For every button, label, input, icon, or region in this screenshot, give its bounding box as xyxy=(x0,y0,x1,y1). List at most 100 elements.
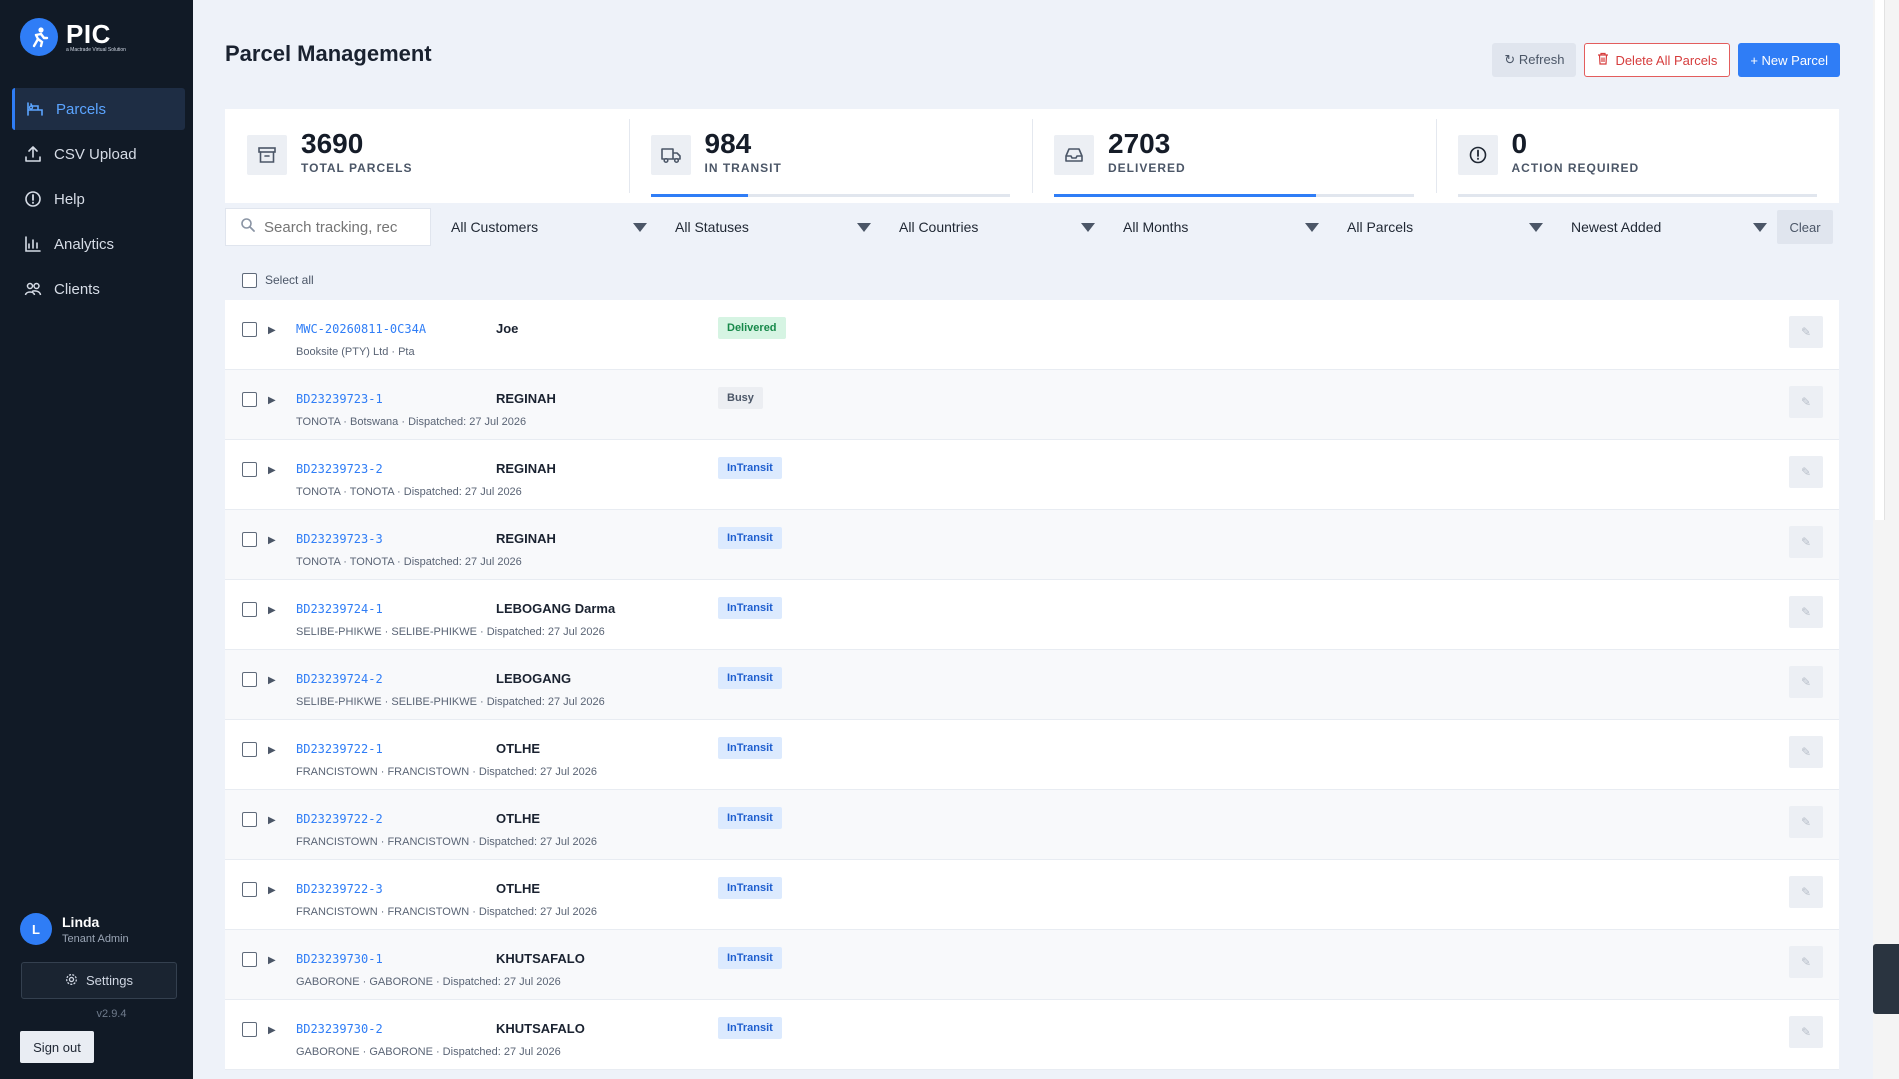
brand-logo[interactable]: PIC a Mactrade Virtual Solution xyxy=(20,18,126,56)
select-value: Newest Added xyxy=(1571,219,1662,235)
scrollbar-thumb[interactable] xyxy=(1875,0,1885,520)
tracking-number-link[interactable]: BD23239730-2 xyxy=(296,1022,383,1036)
table-row[interactable]: ▶ BD23239722-3 OTLHE FRANCISTOWN · FRANCIST… xyxy=(225,860,1839,930)
tracking-number-link[interactable]: BD23239730-1 xyxy=(296,952,383,966)
edit-button[interactable]: ✎ xyxy=(1789,596,1823,628)
edit-button[interactable]: ✎ xyxy=(1789,456,1823,488)
expand-arrow-icon[interactable]: ▶ xyxy=(268,885,276,896)
expand-arrow-icon[interactable]: ▶ xyxy=(268,325,276,336)
edit-button[interactable]: ✎ xyxy=(1789,806,1823,838)
expand-arrow-icon[interactable]: ▶ xyxy=(268,745,276,756)
search-box[interactable] xyxy=(225,208,431,246)
expand-arrow-icon[interactable]: ▶ xyxy=(268,675,276,686)
settings-button[interactable]: Settings xyxy=(21,962,177,999)
expand-arrow-icon[interactable]: ▶ xyxy=(268,955,276,966)
sidebar-item-analytics[interactable]: Analytics xyxy=(12,223,185,265)
user-profile[interactable]: L Linda Tenant Admin xyxy=(20,913,129,945)
expand-arrow-icon[interactable]: ▶ xyxy=(268,605,276,616)
edit-button[interactable]: ✎ xyxy=(1789,736,1823,768)
table-row[interactable]: ▶ BD23239723-2 REGINAH TONOTA · TONOTA · Di… xyxy=(225,440,1839,510)
tracking-number-link[interactable]: BD23239723-3 xyxy=(296,532,383,546)
edit-button[interactable]: ✎ xyxy=(1789,876,1823,908)
edit-button[interactable]: ✎ xyxy=(1789,1016,1823,1048)
clear-filters-button[interactable]: Clear xyxy=(1777,210,1833,244)
row-checkbox[interactable] xyxy=(242,882,257,897)
row-checkbox[interactable] xyxy=(242,812,257,827)
customer-filter-select[interactable]: All Customers xyxy=(431,208,655,246)
row-checkbox[interactable] xyxy=(242,672,257,687)
sort-select[interactable]: Newest Added xyxy=(1551,208,1775,246)
month-filter-select[interactable]: All Months xyxy=(1103,208,1327,246)
row-checkbox[interactable] xyxy=(242,392,257,407)
stat-total-parcels: 3690 TOTAL PARCELS xyxy=(225,109,629,203)
row-checkbox[interactable] xyxy=(242,462,257,477)
status-filter-select[interactable]: All Statuses xyxy=(655,208,879,246)
table-row[interactable]: ▶ BD23239730-1 KHUTSAFALO GABORONE · GABORO… xyxy=(225,930,1839,1000)
edit-button[interactable]: ✎ xyxy=(1789,526,1823,558)
edit-button[interactable]: ✎ xyxy=(1789,316,1823,348)
sign-out-button[interactable]: Sign out xyxy=(20,1031,94,1063)
parcel-type-filter-select[interactable]: All Parcels xyxy=(1327,208,1551,246)
edit-button[interactable]: ✎ xyxy=(1789,386,1823,418)
edit-button[interactable]: ✎ xyxy=(1789,946,1823,978)
expand-arrow-icon[interactable]: ▶ xyxy=(268,465,276,476)
tracking-number-link[interactable]: BD23239722-3 xyxy=(296,882,383,896)
alert-circle-icon xyxy=(1457,135,1498,175)
country-filter-select[interactable]: All Countries xyxy=(879,208,1103,246)
table-row[interactable]: ▶ BD23239724-2 LEBOGANG SELIBE-PHIKWE · SEL… xyxy=(225,650,1839,720)
app-version: v2.9.4 xyxy=(96,1008,127,1020)
sidebar-item-clients[interactable]: Clients xyxy=(12,268,185,310)
row-checkbox[interactable] xyxy=(242,1022,257,1037)
sidebar-item-label: Parcels xyxy=(56,100,107,118)
row-checkbox[interactable] xyxy=(242,742,257,757)
delete-all-parcels-button[interactable]: Delete All Parcels xyxy=(1584,43,1731,77)
row-checkbox[interactable] xyxy=(242,602,257,617)
sidebar-item-parcels[interactable]: Parcels xyxy=(12,88,185,130)
side-panel-tab[interactable] xyxy=(1873,944,1899,1014)
new-parcel-button[interactable]: + New Parcel xyxy=(1738,43,1840,77)
select-all-checkbox[interactable] xyxy=(242,272,257,288)
tracking-number-link[interactable]: BD23239723-2 xyxy=(296,462,383,476)
search-icon xyxy=(240,217,256,238)
parcel-details: TONOTA · TONOTA · Dispatched: 27 Jul 202… xyxy=(296,486,522,498)
tracking-number-link[interactable]: BD23239724-1 xyxy=(296,602,383,616)
table-row[interactable]: ▶ BD23239723-3 REGINAH TONOTA · TONOTA · Di… xyxy=(225,510,1839,580)
sidebar-item-help[interactable]: Help xyxy=(12,178,185,220)
caret-down-icon xyxy=(1529,222,1543,232)
stat-action-required: 0 ACTION REQUIRED xyxy=(1435,109,1840,203)
expand-arrow-icon[interactable]: ▶ xyxy=(268,395,276,406)
row-checkbox[interactable] xyxy=(242,532,257,547)
expand-arrow-icon[interactable]: ▶ xyxy=(268,815,276,826)
pencil-icon: ✎ xyxy=(1800,745,1812,759)
tracking-number-link[interactable]: MWC-20260811-0C34A xyxy=(296,322,426,336)
table-row[interactable]: ▶ BD23239722-2 OTLHE FRANCISTOWN · FRANCIST… xyxy=(225,790,1839,860)
table-row[interactable]: ▶ BD23239730-2 KHUTSAFALO GABORONE · GABORO… xyxy=(225,1000,1839,1070)
table-row[interactable]: ▶ MWC-20260811-0C34A Joe Booksite (PTY) Ltd… xyxy=(225,300,1839,370)
status-badge: InTransit xyxy=(718,597,782,619)
delete-label: Delete All Parcels xyxy=(1615,52,1718,68)
progress-fill xyxy=(650,194,748,197)
stat-label: IN TRANSIT xyxy=(704,161,782,175)
expand-arrow-icon[interactable]: ▶ xyxy=(268,535,276,546)
page-scrollbar[interactable] xyxy=(1873,0,1899,1079)
table-row[interactable]: ▶ BD23239723-1 REGINAH TONOTA · Botswana · … xyxy=(225,370,1839,440)
table-row[interactable]: ▶ BD23239722-1 OTLHE FRANCISTOWN · FRANCIST… xyxy=(225,720,1839,790)
row-checkbox[interactable] xyxy=(242,322,257,337)
search-input[interactable] xyxy=(264,218,424,236)
refresh-button[interactable]: ↻ Refresh xyxy=(1492,43,1577,77)
sidebar-item-csv-upload[interactable]: CSV Upload xyxy=(12,133,185,175)
table-row[interactable]: ▶ BD23239724-1 LEBOGANG Darma SELIBE-PHIKWE… xyxy=(225,580,1839,650)
parcel-rows: ▶ MWC-20260811-0C34A Joe Booksite (PTY) Ltd… xyxy=(225,300,1839,1070)
tracking-number-link[interactable]: BD23239722-1 xyxy=(296,742,383,756)
tracking-number-link[interactable]: BD23239723-1 xyxy=(296,392,383,406)
tracking-number-link[interactable]: BD23239722-2 xyxy=(296,812,383,826)
expand-arrow-icon[interactable]: ▶ xyxy=(268,1025,276,1036)
row-checkbox[interactable] xyxy=(242,952,257,967)
edit-button[interactable]: ✎ xyxy=(1789,666,1823,698)
stat-label: DELIVERED xyxy=(1108,161,1186,175)
pencil-icon: ✎ xyxy=(1800,885,1812,899)
client-name: Joe xyxy=(496,321,519,336)
select-value: All Countries xyxy=(899,219,979,235)
in-transit-progress-bar xyxy=(650,194,1010,197)
tracking-number-link[interactable]: BD23239724-2 xyxy=(296,672,383,686)
